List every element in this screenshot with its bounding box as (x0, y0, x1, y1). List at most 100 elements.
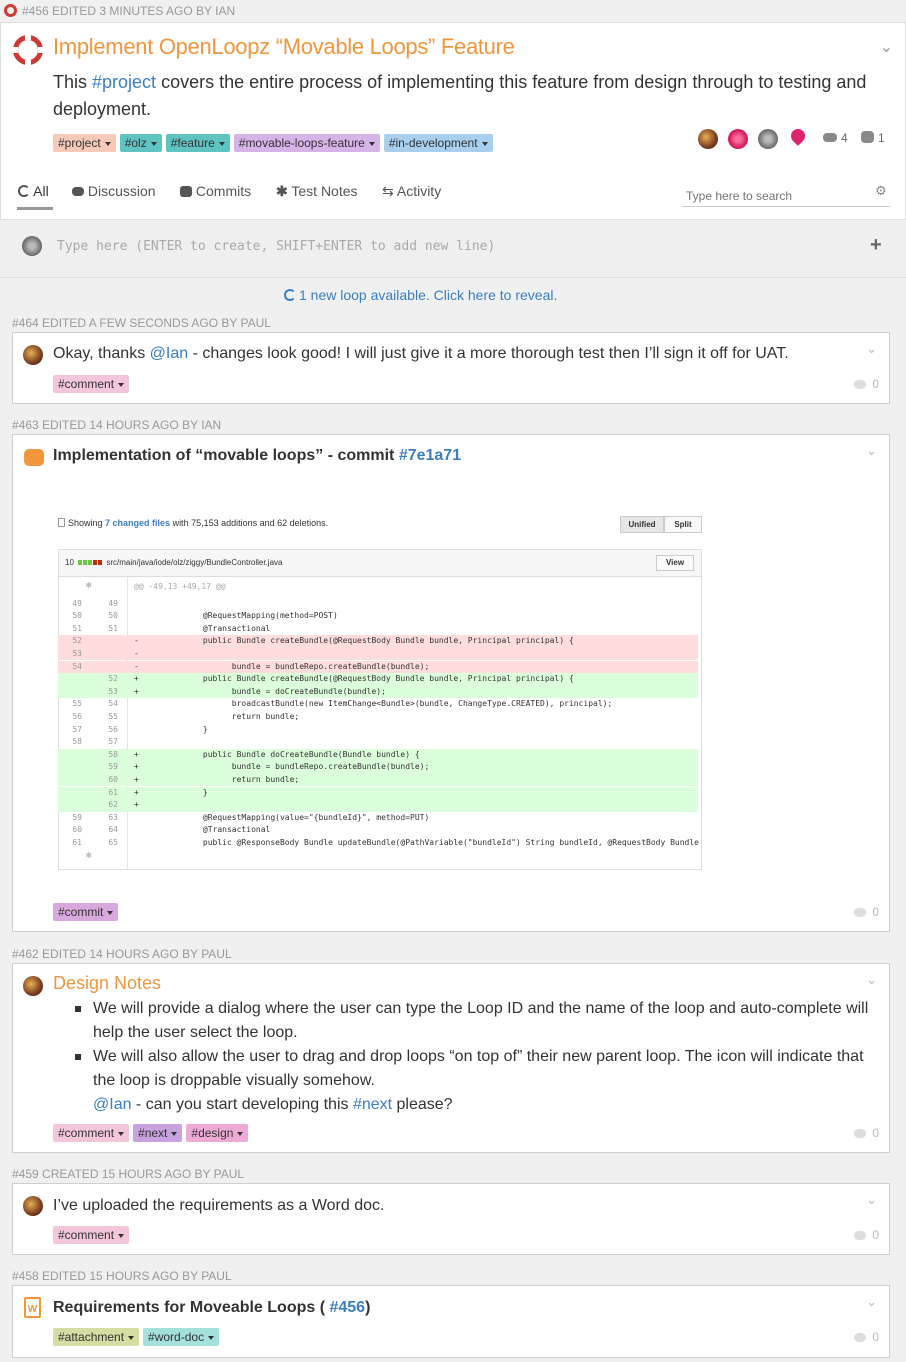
comment-counter[interactable]: 0 (854, 1330, 879, 1344)
diff-line: 60 + return bundle; (58, 773, 698, 787)
bullet-list: We will provide a dialog where the user … (73, 997, 873, 1117)
loop-meta: #463 EDITED 14 HOURS AGO BY IAN (12, 418, 222, 432)
loop-ref-link[interactable]: #456 (329, 1299, 365, 1316)
composer[interactable]: Type here (ENTER to create, SHIFT+ENTER … (0, 220, 906, 278)
comment-counter[interactable]: 0 (854, 377, 879, 391)
diff-line: 61 65 public @ResponseBody Bundle updateB… (72, 837, 699, 847)
bullet-item: We will provide a dialog where the user … (73, 997, 873, 1045)
chevron-down-icon[interactable]: ⌄ (866, 1192, 877, 1208)
comments-icon (823, 133, 837, 142)
mention-ian[interactable]: @Ian (93, 1096, 131, 1113)
chevron-down-icon[interactable]: ⌄ (866, 972, 877, 988)
tag-design[interactable]: #design (186, 1124, 249, 1142)
avatar-grey (22, 236, 42, 256)
diff-line: 62 + (58, 799, 698, 812)
tag-attachment[interactable]: #attachment (53, 1328, 140, 1346)
avatar-paul (23, 1196, 43, 1216)
chevron-down-icon[interactable]: ⌄ (880, 37, 893, 57)
fork-count: 1 (878, 131, 885, 145)
avatar-paul (23, 345, 43, 365)
loop-description: This #project covers the entire process … (53, 69, 873, 123)
chevron-down-icon[interactable]: ⌄ (866, 341, 877, 357)
github-icon (861, 131, 874, 143)
expand-icon[interactable]: ❄ (86, 851, 91, 861)
tag-comment[interactable]: #comment (53, 375, 130, 393)
diff-line: 56 55 return bundle; (72, 711, 300, 721)
diff-line: 50 50 @RequestMapping(method=POST) (72, 611, 338, 621)
diff-line: 53 + bundle = doCreateBundle(bundle); (58, 685, 698, 699)
avatar-paul (23, 976, 43, 996)
arrows-icon: ⇆ (382, 183, 394, 199)
bullet-item: We will also allow the user to drag and … (73, 1045, 873, 1093)
circle-icon (18, 185, 30, 197)
tag-word-doc[interactable]: #word-doc (143, 1328, 220, 1346)
loop-meta: #458 EDITED 15 HOURS AGO BY PAUL (12, 1269, 232, 1283)
comment-counter[interactable]: 0 (854, 905, 879, 919)
diff-line: 57 56 } (72, 724, 208, 734)
header-tags: #project #olz #feature #movable-loops-featu… (53, 134, 497, 152)
diff-line: 52- public Bundle createBundle(@RequestB… (58, 635, 698, 648)
search-input[interactable] (682, 185, 890, 207)
next-hashtag-link[interactable]: #next (353, 1096, 392, 1113)
tag-feature[interactable]: #feature (165, 134, 230, 152)
followup-text: @Ian - can you start developing this #ne… (93, 1096, 453, 1113)
mention-ian[interactable]: @Ian (150, 345, 188, 362)
chevron-down-icon[interactable]: ⌄ (866, 1294, 877, 1310)
tab-commits[interactable]: Commits (180, 183, 251, 199)
commit-link[interactable]: #7e1a71 (399, 447, 461, 464)
tag-project[interactable]: #project (53, 134, 116, 152)
avatar-paul[interactable] (698, 129, 718, 149)
diff-line: 58 + public Bundle doCreateBundle(Bundle … (58, 748, 698, 762)
avatar-pink[interactable] (728, 129, 748, 149)
view-button[interactable]: View (656, 555, 694, 571)
design-notes-title[interactable]: Design Notes (53, 973, 161, 994)
tab-activity[interactable]: ⇆ Activity (382, 183, 441, 200)
tab-all[interactable]: All (18, 183, 49, 199)
tag-olz[interactable]: #olz (119, 134, 162, 152)
gear-icon[interactable]: ⚙ (875, 183, 887, 199)
tag-movable-loops-feature[interactable]: #movable-loops-feature (233, 134, 380, 152)
avatar-grey[interactable] (758, 129, 778, 149)
add-icon[interactable]: + (870, 234, 882, 257)
tag-comment[interactable]: #comment (53, 1124, 130, 1142)
expand-icon[interactable]: ❄ (86, 581, 91, 591)
refresh-icon (284, 289, 296, 301)
tag-next[interactable]: #next (133, 1124, 183, 1142)
loop-meta: #464 EDITED A FEW SECONDS AGO BY PAUL (12, 316, 271, 330)
chat-icon (72, 187, 84, 196)
desc-text-pre: This (53, 72, 93, 92)
loop-title[interactable]: Implement OpenLoopz “Movable Loops” Feat… (53, 34, 515, 60)
project-hashtag-link[interactable]: #project (92, 72, 156, 92)
comment-icon (854, 380, 867, 390)
tag-in-development[interactable]: #in-development (383, 134, 493, 152)
tab-discussion[interactable]: Discussion (72, 183, 156, 199)
hunk-header: @@ -49,13 +49,17 @@ (134, 582, 226, 591)
diff-line: 49 49 (72, 598, 118, 608)
unified-button[interactable]: Unified (620, 516, 664, 533)
diff-line: 52 + public Bundle createBundle(@RequestB… (58, 673, 698, 686)
diff-line: 61 + } (58, 786, 698, 800)
loop-meta: #462 EDITED 14 HOURS AGO BY PAUL (12, 947, 232, 961)
chevron-down-icon[interactable]: ⌄ (866, 443, 877, 459)
tag-commit[interactable]: #commit (53, 903, 119, 921)
tab-test-notes[interactable]: ✱ Test Notes (276, 183, 358, 200)
commit-title: Implementation of “movable loops” - comm… (53, 447, 462, 464)
comment-counter[interactable]: 0 (854, 1126, 879, 1140)
loop-card-464: Okay, thanks @Ian - changes look good! I… (12, 332, 890, 404)
comment-counter[interactable]: 0 (854, 1228, 879, 1242)
loop-text: Okay, thanks @Ian - changes look good! I… (53, 345, 789, 362)
openloopz-logo-icon (12, 34, 44, 66)
split-button[interactable]: Split (664, 516, 702, 533)
diff-preview: Showing 7 changed files with 75,153 addi… (48, 508, 708, 876)
comment-icon (854, 1231, 867, 1241)
location-pin-icon[interactable] (788, 126, 808, 146)
word-doc-icon: W (24, 1297, 41, 1318)
tag-comment[interactable]: #comment (53, 1226, 130, 1244)
diff-line: 58 57 (72, 737, 118, 747)
comment-icon (854, 908, 867, 918)
asterisk-icon: ✱ (276, 183, 288, 199)
file-icon (58, 518, 65, 527)
new-loop-notice[interactable]: 1 new loop available. Click here to reve… (284, 287, 557, 303)
comment-count: 4 (841, 131, 848, 145)
composer-input[interactable]: Type here (ENTER to create, SHIFT+ENTER … (57, 239, 495, 254)
